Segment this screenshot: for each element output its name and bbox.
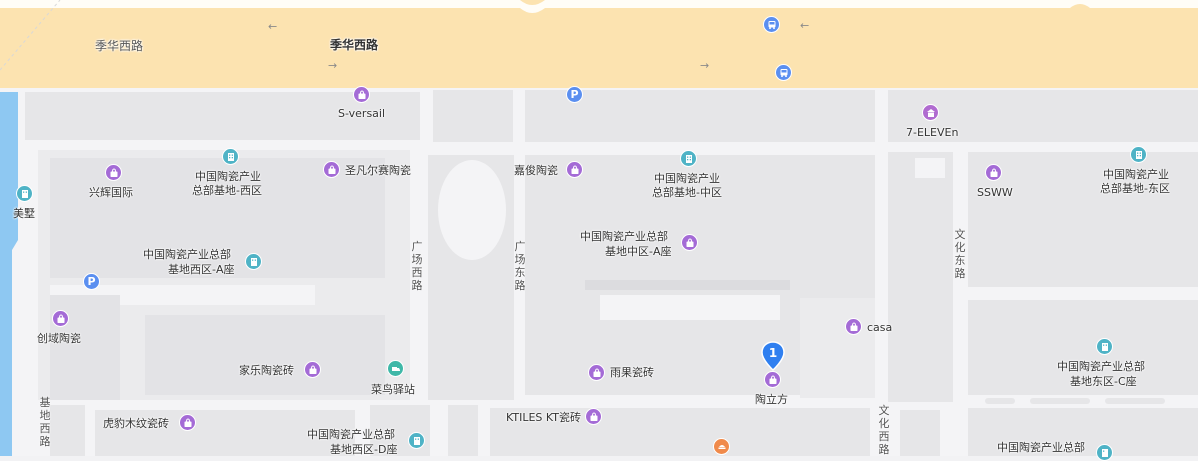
parking-icon[interactable]: P [566,86,583,103]
office-building-icon[interactable] [222,148,239,165]
direction-arrow-right-icon: → [328,59,338,72]
shopping-bag-icon[interactable] [681,234,698,251]
shopping-bag-icon[interactable] [566,161,583,178]
poi-label-mid-zone-1[interactable]: 中国陶瓷产业 [654,172,720,185]
shopping-bag-icon[interactable] [985,164,1002,181]
poi-label-east-zone-2[interactable]: 总部基地-东区 [1100,182,1170,195]
shopping-bag-icon[interactable] [105,164,122,181]
road-label-wenhua-west: 文化西路 [878,404,890,456]
office-building-icon[interactable] [16,185,33,202]
direction-arrow-left-icon: ← [800,19,810,32]
road-label-guangchang-west: 广场西路 [411,240,423,292]
poi-label-shengfanersai[interactable]: 圣凡尔赛陶瓷 [345,164,411,177]
shopping-bag-icon[interactable] [179,414,196,431]
shopping-bag-icon[interactable] [588,364,605,381]
shopping-bag-icon[interactable] [353,86,370,103]
poi-label-s-versail[interactable]: S-versail [338,107,385,120]
poi-label-chuangyu[interactable]: 创域陶瓷 [37,332,81,345]
poi-label-ktiles[interactable]: KTILES KT瓷砖 [506,411,581,424]
bus-stop-icon[interactable] [763,16,780,33]
shopping-bag-icon[interactable] [304,361,321,378]
poi-label-jiale[interactable]: 家乐陶瓷砖 [239,364,294,377]
bus-stop-icon[interactable] [775,64,792,81]
location-marker-pin-icon[interactable]: 1 [761,341,785,371]
poi-label-west-d-2[interactable]: 基地西区-D座 [330,443,397,456]
office-building-icon[interactable] [1096,444,1113,461]
poi-label-ssww[interactable]: SSWW [977,186,1013,199]
office-building-icon[interactable] [245,253,262,270]
poi-label-mid-zone-2[interactable]: 总部基地-中区 [652,186,722,199]
poi-label-west-a-2[interactable]: 基地西区-A座 [168,263,235,276]
poi-label-west-a-1[interactable]: 中国陶瓷产业总部 [143,248,231,261]
restaurant-icon[interactable] [713,438,730,455]
poi-label-west-zone-1[interactable]: 中国陶瓷产业 [195,170,261,183]
road-label-jihua-west-main: 季华西路 [330,38,379,52]
poi-label-mid-a-2[interactable]: 基地中区-A座 [605,245,672,258]
poi-label-casa[interactable]: casa [867,321,892,334]
parking-icon[interactable]: P [83,273,100,290]
poi-label-xinghui[interactable]: 兴辉国际 [89,186,133,199]
poi-label-cainiao[interactable]: 菜鸟驿站 [371,383,415,396]
poi-label-mid-a-1[interactable]: 中国陶瓷产业总部 [580,230,668,243]
poi-label-yuguo[interactable]: 雨果瓷砖 [610,366,654,379]
road-label-jidi-west: 基地西路 [39,396,51,448]
shopping-bag-icon[interactable] [323,161,340,178]
direction-arrow-left-icon: ← [268,20,278,33]
shopping-bag-icon[interactable] [845,318,862,335]
poi-label-east-c-2[interactable]: 基地东区-C座 [1070,375,1137,388]
office-building-icon[interactable] [680,150,697,167]
courier-station-icon[interactable] [387,360,404,377]
convenience-store-icon[interactable] [922,104,939,121]
shopping-bag-icon[interactable] [764,371,781,388]
office-building-icon[interactable] [1096,338,1113,355]
poi-label-hubao[interactable]: 虎豹木纹瓷砖 [103,417,169,430]
map-canvas[interactable]: ← ← → → 季华西路 季华西路 广场西路 广场东路 文化东路 文化西路 基地… [0,0,1198,461]
poi-label-meishu[interactable]: 美墅 [13,207,35,220]
road-label-wenhua-east: 文化东路 [954,228,966,280]
poi-label-taolifang[interactable]: 陶立方 [755,393,788,406]
shopping-bag-icon[interactable] [585,408,602,425]
poi-label-east-c-1[interactable]: 中国陶瓷产业总部 [1057,360,1145,373]
shopping-bag-icon[interactable] [52,310,69,327]
poi-label-west-zone-2[interactable]: 总部基地-西区 [192,184,262,197]
direction-arrow-right-icon: → [700,59,710,72]
poi-label-east-bottom[interactable]: 中国陶瓷产业总部 [997,441,1085,454]
poi-label-west-d-1[interactable]: 中国陶瓷产业总部 [307,428,395,441]
office-building-icon[interactable] [1130,146,1147,163]
office-building-icon[interactable] [408,432,425,449]
road-label-jihua-west: 季华西路 [95,39,144,53]
poi-label-jiajun[interactable]: 嘉俊陶瓷 [514,164,558,177]
marker-number: 1 [769,346,777,360]
poi-label-east-zone-1[interactable]: 中国陶瓷产业 [1103,168,1169,181]
poi-label-seven-eleven[interactable]: 7-ELEVEn [906,126,958,139]
map-base [0,0,1198,456]
road-label-guangchang-east: 广场东路 [514,240,526,292]
